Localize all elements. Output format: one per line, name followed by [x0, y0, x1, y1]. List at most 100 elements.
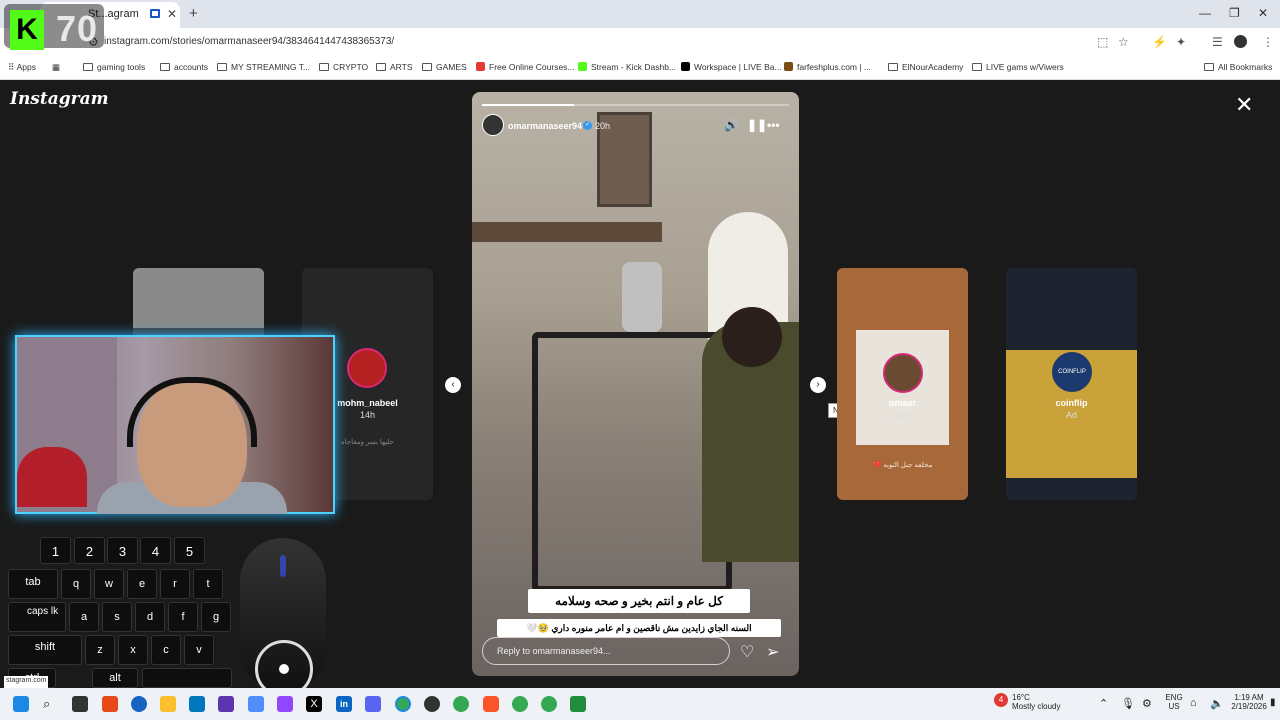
bookmark-tiktok-workspace[interactable]: Workspace | LIVE Ba... — [681, 62, 782, 72]
mute-icon[interactable]: 🔊 — [724, 118, 739, 132]
story-username[interactable]: omarmanaseer94 — [508, 121, 582, 131]
instagram-logo[interactable]: Instagram — [10, 89, 109, 109]
chair-image — [17, 447, 87, 507]
key-c: c — [151, 635, 181, 665]
apps-launcher-icon[interactable]: ▦ — [52, 62, 60, 73]
story-caption-main: كل عام و انتم بخير و صحه وسلامه — [528, 589, 750, 613]
key-space — [142, 668, 232, 688]
microphone-icon[interactable]: 🎙 — [1121, 697, 1135, 710]
shelf-image — [472, 222, 662, 242]
store-icon[interactable] — [189, 696, 205, 712]
weather-widget[interactable]: 16°C Mostly cloudy — [1012, 693, 1060, 711]
language-code: ENG — [1165, 693, 1183, 702]
chrome-icon[interactable] — [453, 696, 469, 712]
pause-icon[interactable]: ❚❚ — [747, 118, 767, 132]
next-story-button[interactable]: › — [810, 377, 826, 393]
menu-dots-icon[interactable]: ⋮ — [1262, 35, 1274, 49]
key-g: g — [201, 602, 231, 632]
url-field[interactable]: instagram.com/stories/omarmanaseer94/383… — [104, 36, 394, 47]
settings-icon[interactable]: ⚙ — [1142, 697, 1152, 710]
share-send-icon[interactable]: ➢ — [766, 642, 779, 662]
network-icon[interactable]: ⌂ — [1190, 697, 1197, 709]
story-progress-bar — [482, 104, 789, 106]
bookmark-elnouracademy[interactable]: ElNourAcademy — [888, 62, 963, 72]
previous-story-button[interactable]: ‹ — [445, 377, 461, 393]
extension-icon[interactable]: ⚡ — [1152, 35, 1167, 49]
key-2: 2 — [74, 537, 105, 564]
clock[interactable]: 1:19 AM 2/19/2026 — [1230, 693, 1268, 711]
bookmark-gaming-tools[interactable]: gaming tools — [83, 62, 145, 72]
key-tab: tab — [8, 569, 58, 599]
volume-icon[interactable]: 🔈 — [1210, 697, 1224, 710]
folder-icon — [83, 63, 93, 71]
more-options-icon[interactable]: ••• — [767, 118, 780, 132]
linkedin-icon[interactable]: in — [336, 696, 352, 712]
key-1: 1 — [40, 537, 71, 564]
chrome-icon[interactable] — [541, 696, 557, 712]
close-stories-button[interactable]: ✕ — [1235, 92, 1253, 118]
chrome-icon[interactable] — [512, 696, 528, 712]
extensions-puzzle-icon[interactable]: ✦ — [1176, 35, 1186, 49]
brave-icon[interactable] — [483, 696, 499, 712]
search-icon[interactable]: ⌕ — [43, 696, 59, 712]
story-author-avatar[interactable] — [482, 114, 504, 136]
side-story-omaar[interactable]: omaar 19h مخلفه جبل التوبه 💔 — [837, 268, 968, 500]
bookmark-farfeshplus[interactable]: farfeshplus.com | ... — [784, 62, 871, 72]
close-tab-icon[interactable]: ✕ — [167, 7, 177, 21]
key-alt: alt — [92, 668, 138, 688]
all-bookmarks[interactable]: All Bookmarks — [1204, 62, 1272, 72]
bookmark-crypto[interactable]: CRYPTO — [319, 62, 368, 72]
chevron-up-icon[interactable]: ⌃ — [1099, 697, 1108, 710]
cast-icon — [150, 9, 160, 18]
headset-image — [127, 377, 257, 447]
twitch-icon[interactable] — [277, 696, 293, 712]
side-story-username: coinflip — [1055, 398, 1088, 408]
main-story[interactable]: omarmanaseer94 ✓ 20h 🔊 ❚❚ ••• كل عام و ا… — [472, 92, 799, 676]
bookmark-live-games[interactable]: LIVE gams w/Viwers — [972, 62, 1064, 72]
bookmark-kick-dashboard[interactable]: Stream - Kick Dashb... — [578, 62, 676, 72]
folder-icon — [1204, 63, 1214, 71]
side-story-coinflip[interactable]: COINFLIP coinflip Ad — [1006, 268, 1137, 500]
kick-logo-icon: K — [10, 10, 44, 50]
minimize-button[interactable]: — — [1199, 6, 1211, 20]
discord-icon[interactable] — [365, 696, 381, 712]
chrome-icon[interactable] — [395, 696, 411, 712]
bookmark-games[interactable]: GAMES — [422, 62, 467, 72]
close-window-button[interactable]: ✕ — [1258, 6, 1268, 20]
obs-icon[interactable] — [424, 696, 440, 712]
bookmark-apps[interactable]: ⠿ Apps — [8, 62, 36, 73]
person-head-image — [722, 307, 782, 367]
excel-icon[interactable] — [570, 696, 586, 712]
new-tab-button[interactable]: + — [189, 5, 198, 22]
bookmark-my-streaming[interactable]: MY STREAMING T... — [217, 62, 310, 72]
edge-icon[interactable] — [131, 696, 147, 712]
bookmark-star-icon[interactable]: ☆ — [1118, 35, 1129, 49]
task-view-icon[interactable] — [72, 696, 88, 712]
taskbar-app-icon[interactable] — [102, 696, 118, 712]
teams-icon[interactable] — [218, 696, 234, 712]
weather-badge[interactable]: 4 — [994, 693, 1008, 707]
key-caps-lock: caps lk — [8, 602, 66, 632]
file-explorer-icon[interactable] — [160, 696, 176, 712]
like-heart-icon[interactable]: ♡ — [740, 642, 754, 662]
reading-list-icon[interactable]: ☰ — [1212, 35, 1223, 49]
side-story-caption: مخلفه جبل التوبه 💔 — [872, 462, 933, 469]
notifications-icon[interactable]: ▮ — [1270, 697, 1276, 708]
start-button-icon[interactable] — [13, 696, 29, 712]
profile-avatar[interactable] — [1234, 35, 1247, 48]
folder-icon — [160, 63, 170, 71]
bookmark-free-online-courses[interactable]: Free Online Courses... — [476, 62, 575, 72]
bookmark-arts[interactable]: ARTS — [376, 62, 413, 72]
key-s: s — [102, 602, 132, 632]
bookmark-accounts[interactable]: accounts — [160, 62, 208, 72]
kick-viewer-badge: K 70 — [4, 4, 104, 50]
taskbar-app-icon[interactable] — [248, 696, 264, 712]
x-twitter-icon[interactable]: X — [306, 696, 322, 712]
reply-input[interactable]: Reply to omarmanaseer94... — [482, 637, 730, 665]
install-app-icon[interactable]: ⬚ — [1097, 35, 1108, 49]
side-story-time: 19h — [894, 410, 911, 420]
kick-icon — [578, 62, 587, 71]
language-indicator[interactable]: ENG US — [1164, 693, 1184, 711]
side-story-username: omaar — [888, 398, 916, 408]
restore-button[interactable]: ❐ — [1229, 6, 1240, 20]
